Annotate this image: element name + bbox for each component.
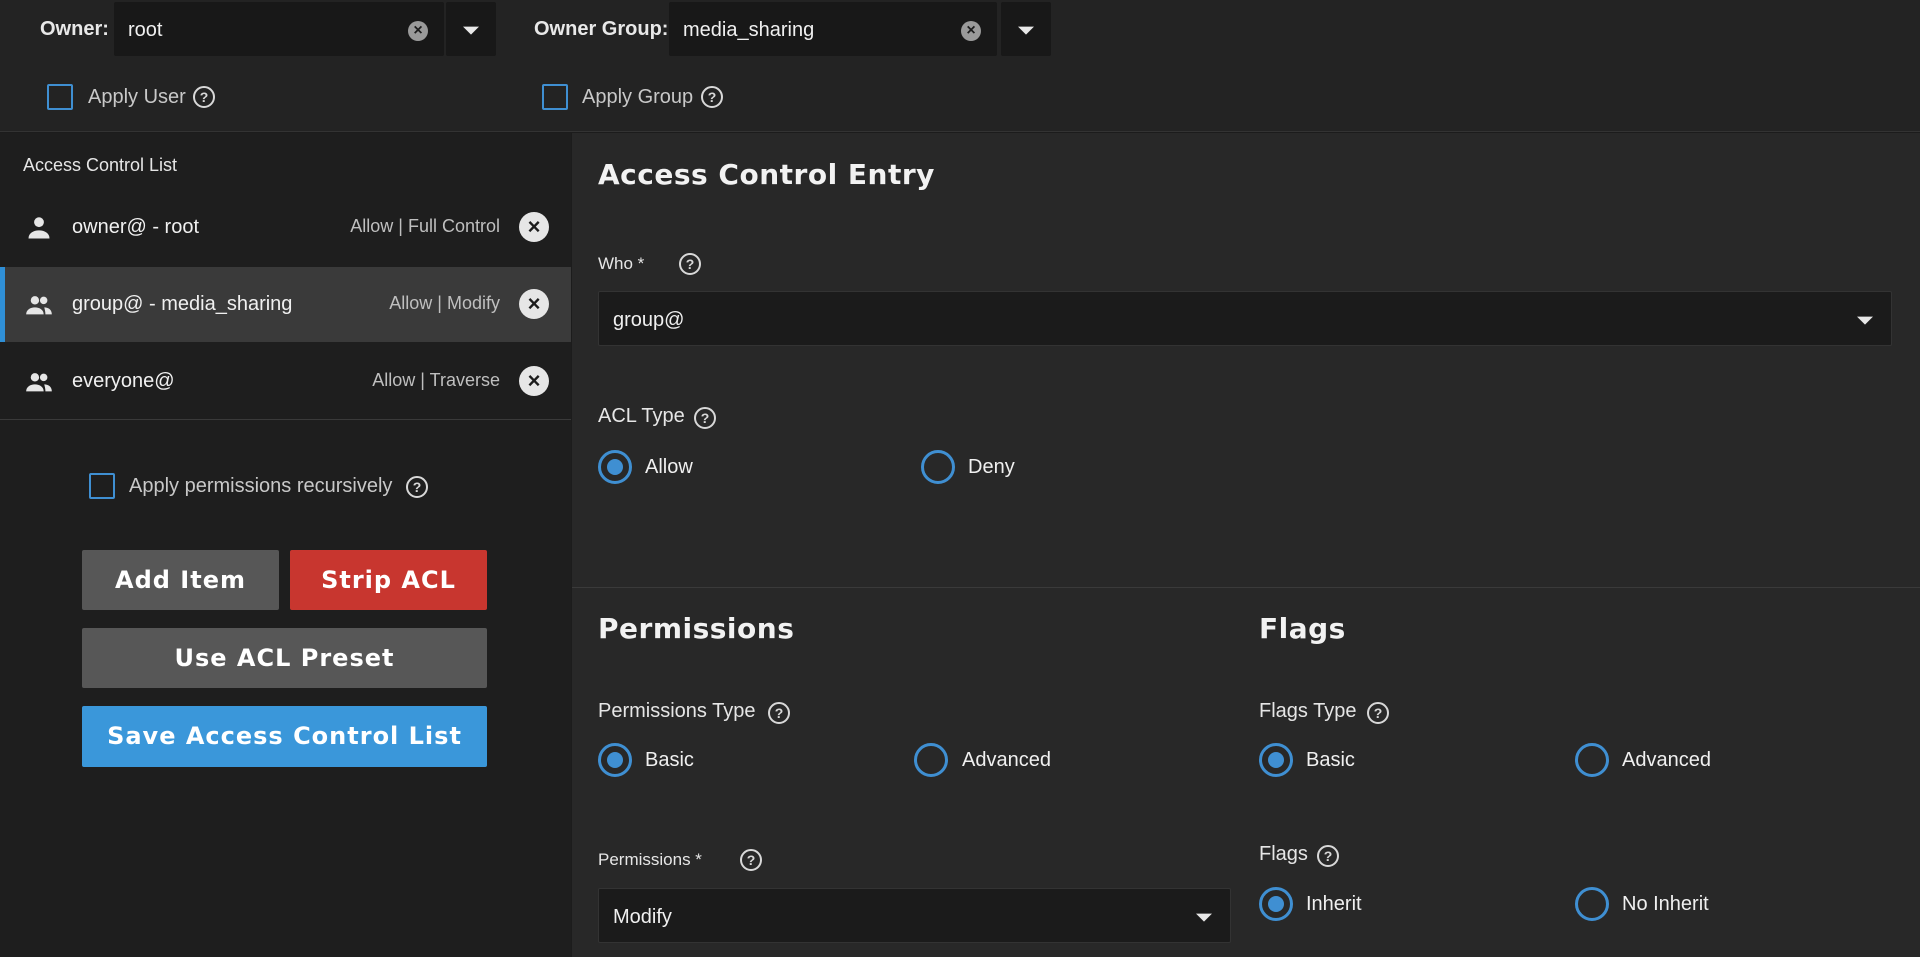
acl-list-header: Access Control List (23, 155, 178, 175)
acl-type-deny-label: Deny (968, 456, 1015, 478)
apply-group-label: Apply Group (582, 86, 694, 108)
chevron-down-icon (1196, 913, 1212, 922)
remove-item-icon[interactable]: × (519, 212, 549, 242)
chevron-down-icon (463, 26, 479, 35)
flags-label: Flags (1259, 843, 1308, 865)
acl-list-item-group[interactable]: group@ - media_sharing Allow | Modify × (0, 267, 571, 342)
flags-type-advanced-radio[interactable] (1575, 743, 1609, 777)
help-icon[interactable]: ? (679, 253, 701, 275)
owner-input[interactable]: root × (114, 2, 444, 56)
owner-group-label: Owner Group: (534, 18, 669, 40)
flags-type-advanced-label: Advanced (1622, 749, 1711, 771)
divider (0, 419, 571, 420)
use-acl-preset-button[interactable]: Use ACL Preset (82, 628, 487, 688)
ace-title: Access Control Entry (598, 158, 935, 191)
permissions-type-label: Permissions Type (598, 700, 756, 722)
flags-no-inherit-radio[interactable] (1575, 887, 1609, 921)
person-icon (28, 217, 50, 239)
help-icon[interactable]: ? (768, 702, 790, 724)
owner-group-value: media_sharing (683, 19, 815, 41)
flags-inherit-label: Inherit (1306, 893, 1362, 915)
permissions-title: Permissions (598, 612, 795, 645)
apply-group-checkbox[interactable] (542, 84, 568, 110)
acl-item-permission: Allow | Traverse (372, 370, 500, 390)
owner-group-input[interactable]: media_sharing × (669, 2, 997, 56)
acl-item-who: group@ - media_sharing (72, 293, 293, 315)
help-icon[interactable]: ? (193, 86, 215, 108)
divider (572, 587, 1920, 588)
flags-title: Flags (1259, 612, 1346, 645)
group-icon (26, 373, 52, 392)
save-acl-button[interactable]: Save Access Control List (82, 706, 487, 767)
flags-type-basic-radio[interactable] (1259, 743, 1293, 777)
acl-list-item-everyone[interactable]: everyone@ Allow | Traverse × (0, 344, 571, 419)
group-icon (26, 296, 52, 315)
who-value: group@ (613, 309, 685, 331)
help-icon[interactable]: ? (1367, 702, 1389, 724)
apply-user-label: Apply User (88, 86, 186, 108)
owner-value: root (128, 19, 163, 41)
remove-item-icon[interactable]: × (519, 289, 549, 319)
access-control-entry-panel: Access Control Entry Who * ? group@ ACL … (572, 133, 1920, 957)
remove-item-icon[interactable]: × (519, 366, 549, 396)
who-label: Who * (598, 254, 645, 273)
permissions-label: Permissions * (598, 850, 702, 869)
permissions-value: Modify (613, 906, 672, 928)
permissions-type-advanced-label: Advanced (962, 749, 1051, 771)
apply-recursively-checkbox[interactable] (89, 473, 115, 499)
acl-item-permission: Allow | Modify (389, 293, 500, 313)
flags-type-label: Flags Type (1259, 700, 1357, 722)
owner-label: Owner: (40, 18, 109, 40)
help-icon[interactable]: ? (701, 86, 723, 108)
help-icon[interactable]: ? (740, 849, 762, 871)
permissions-type-basic-radio[interactable] (598, 743, 632, 777)
add-item-button[interactable]: Add Item (82, 550, 279, 610)
acl-type-label: ACL Type (598, 405, 685, 427)
flags-type-basic-label: Basic (1306, 749, 1355, 771)
acl-type-deny-radio[interactable] (921, 450, 955, 484)
ownership-bar: Owner: root × Owner Group: media_sharing… (0, 0, 1920, 132)
apply-user-checkbox[interactable] (47, 84, 73, 110)
help-icon[interactable]: ? (406, 476, 428, 498)
flags-inherit-radio[interactable] (1259, 887, 1293, 921)
permissions-select[interactable]: Modify (598, 888, 1231, 943)
acl-item-permission: Allow | Full Control (350, 216, 500, 236)
apply-recursively-label: Apply permissions recursively (129, 475, 393, 497)
strip-acl-button[interactable]: Strip ACL (290, 550, 487, 610)
acl-item-who: owner@ - root (72, 216, 200, 238)
permissions-type-advanced-radio[interactable] (914, 743, 948, 777)
help-icon[interactable]: ? (1317, 845, 1339, 867)
acl-item-who: everyone@ (72, 370, 175, 392)
acl-type-allow-label: Allow (645, 456, 693, 478)
owner-dropdown-button[interactable] (446, 2, 496, 56)
acl-list-panel: Access Control List owner@ - root Allow … (0, 133, 571, 957)
permissions-type-basic-label: Basic (645, 749, 694, 771)
who-select[interactable]: group@ (598, 291, 1892, 346)
chevron-down-icon (1018, 26, 1034, 35)
chevron-down-icon (1857, 316, 1873, 325)
acl-type-allow-radio[interactable] (598, 450, 632, 484)
clear-owner-icon[interactable]: × (408, 21, 428, 41)
flags-no-inherit-label: No Inherit (1622, 893, 1709, 915)
help-icon[interactable]: ? (694, 407, 716, 429)
acl-list-item-owner[interactable]: owner@ - root Allow | Full Control × (0, 190, 571, 265)
owner-group-dropdown-button[interactable] (1001, 2, 1051, 56)
clear-owner-group-icon[interactable]: × (961, 21, 981, 41)
